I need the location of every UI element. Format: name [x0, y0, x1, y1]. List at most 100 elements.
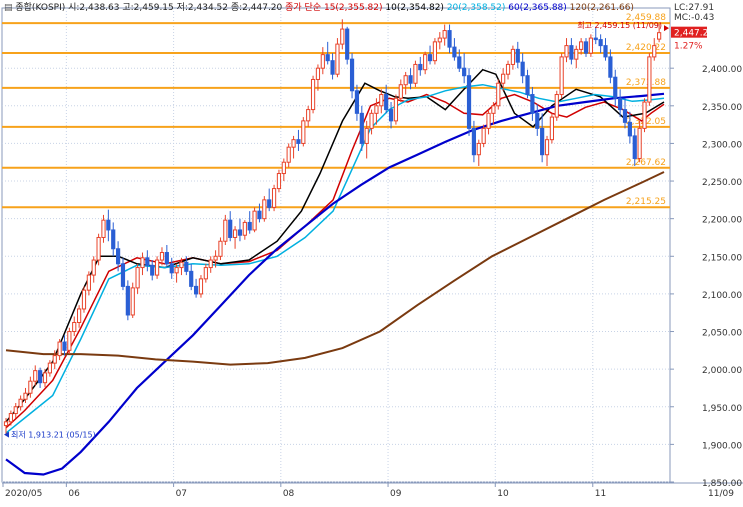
candle-body	[208, 259, 213, 269]
candle[interactable]	[301, 117, 306, 147]
candle[interactable]	[496, 79, 501, 110]
candle-body	[588, 37, 593, 54]
candle[interactable]	[81, 286, 87, 313]
candle-body	[62, 341, 67, 351]
candle-body	[437, 37, 442, 43]
candle[interactable]	[481, 124, 486, 148]
candle-body	[447, 30, 452, 48]
candle[interactable]	[393, 94, 399, 125]
candle-body	[510, 48, 516, 65]
candle-body	[544, 139, 550, 156]
candle[interactable]	[413, 60, 418, 87]
candle-body	[8, 413, 13, 423]
candle[interactable]	[647, 53, 652, 106]
candle-body	[496, 82, 501, 107]
candle-body	[91, 259, 96, 276]
candle-body	[564, 45, 569, 58]
candle-body	[423, 54, 428, 71]
mc-stat: MC:-0.43	[674, 13, 714, 23]
candle-body	[345, 28, 350, 60]
header-ohlc: 시:2,438.63 고:2,459.15 저:2,434.52 종:2,447…	[68, 2, 285, 13]
candle[interactable]	[130, 282, 135, 318]
candle[interactable]	[588, 34, 593, 57]
kospi-chart[interactable]: 2,400.00 2,350.00 2,300.00 2,250.00 2,200.00…	[0, 0, 743, 503]
x-tick-label: 2020/05	[5, 489, 42, 499]
candle-body	[159, 252, 165, 261]
candle-body	[525, 75, 530, 96]
x-tick-label-end: 11/09	[708, 489, 734, 499]
y-tick-label: 2,400.00	[702, 65, 742, 75]
candle-body	[501, 73, 506, 84]
candle-body	[189, 270, 194, 287]
candle[interactable]	[335, 38, 340, 78]
candle-body	[618, 97, 623, 111]
candle-body	[86, 274, 91, 291]
high-annotation: 최고 2,459.15 (11/09)	[577, 20, 662, 30]
candle-body	[413, 63, 418, 84]
candle-body	[276, 173, 282, 190]
chart-menu-icon: ▤	[4, 3, 15, 13]
candle-body	[622, 109, 628, 123]
candle-body	[593, 37, 598, 41]
y-tick-label: 2,100.00	[702, 291, 742, 301]
candle[interactable]	[642, 98, 647, 133]
y-tick-label: 1,850.00	[702, 479, 742, 489]
candle-body	[515, 48, 520, 63]
candle[interactable]	[271, 184, 277, 212]
x-tick-label: 08	[283, 489, 295, 499]
candle[interactable]	[198, 275, 204, 298]
candle-body	[33, 370, 38, 382]
candle-body	[262, 199, 267, 220]
candle-body	[403, 75, 408, 86]
candle-body	[154, 259, 160, 276]
candle[interactable]	[549, 113, 554, 144]
candle[interactable]	[559, 53, 564, 99]
candle-body	[203, 267, 208, 280]
candle-body	[223, 219, 228, 242]
candle[interactable]	[466, 68, 472, 136]
candle[interactable]	[125, 280, 130, 321]
candle-body	[281, 161, 286, 175]
candle-body	[398, 84, 403, 99]
candle[interactable]	[432, 38, 438, 65]
candle-body	[530, 94, 535, 114]
candle-body	[232, 229, 238, 238]
candle-body	[135, 267, 140, 289]
y-tick-label: 1,900.00	[702, 441, 742, 451]
candle-body	[657, 32, 662, 40]
candle-body	[574, 48, 579, 60]
candle-body	[579, 41, 584, 50]
candle[interactable]	[262, 196, 267, 222]
candle[interactable]	[154, 256, 160, 279]
plot-area[interactable]	[1, 7, 671, 483]
candle-body	[637, 127, 642, 159]
candle[interactable]	[276, 169, 282, 193]
candle[interactable]	[554, 90, 559, 121]
candle[interactable]	[252, 207, 257, 233]
candle-body	[374, 105, 379, 114]
candle-body	[106, 219, 111, 231]
candle[interactable]	[310, 75, 316, 114]
y-tick-label: 1,950.00	[702, 404, 742, 414]
y-tick-label: 2,350.00	[702, 103, 742, 113]
candle-body	[393, 97, 399, 122]
candle[interactable]	[345, 26, 350, 65]
candle-body	[457, 56, 462, 69]
candle-body	[627, 121, 632, 137]
candle-body	[111, 229, 116, 250]
header-title: 종합(KOSPI)	[15, 2, 68, 13]
candle-body	[164, 252, 169, 265]
candle-body	[193, 285, 199, 295]
candle-body	[242, 221, 247, 236]
candle[interactable]	[218, 237, 223, 261]
candle-body	[271, 188, 277, 208]
candle[interactable]	[67, 327, 72, 355]
change-pct-label: 1.27%	[674, 42, 703, 52]
chart-svg[interactable]: 2,400.00 2,350.00 2,300.00 2,250.00 2,200.00…	[0, 0, 743, 503]
candle-body	[42, 372, 48, 384]
candle-body	[554, 94, 559, 118]
candle-body	[286, 146, 291, 163]
candle-body	[427, 54, 433, 62]
candle-body	[325, 54, 330, 62]
candle-body	[642, 101, 647, 129]
